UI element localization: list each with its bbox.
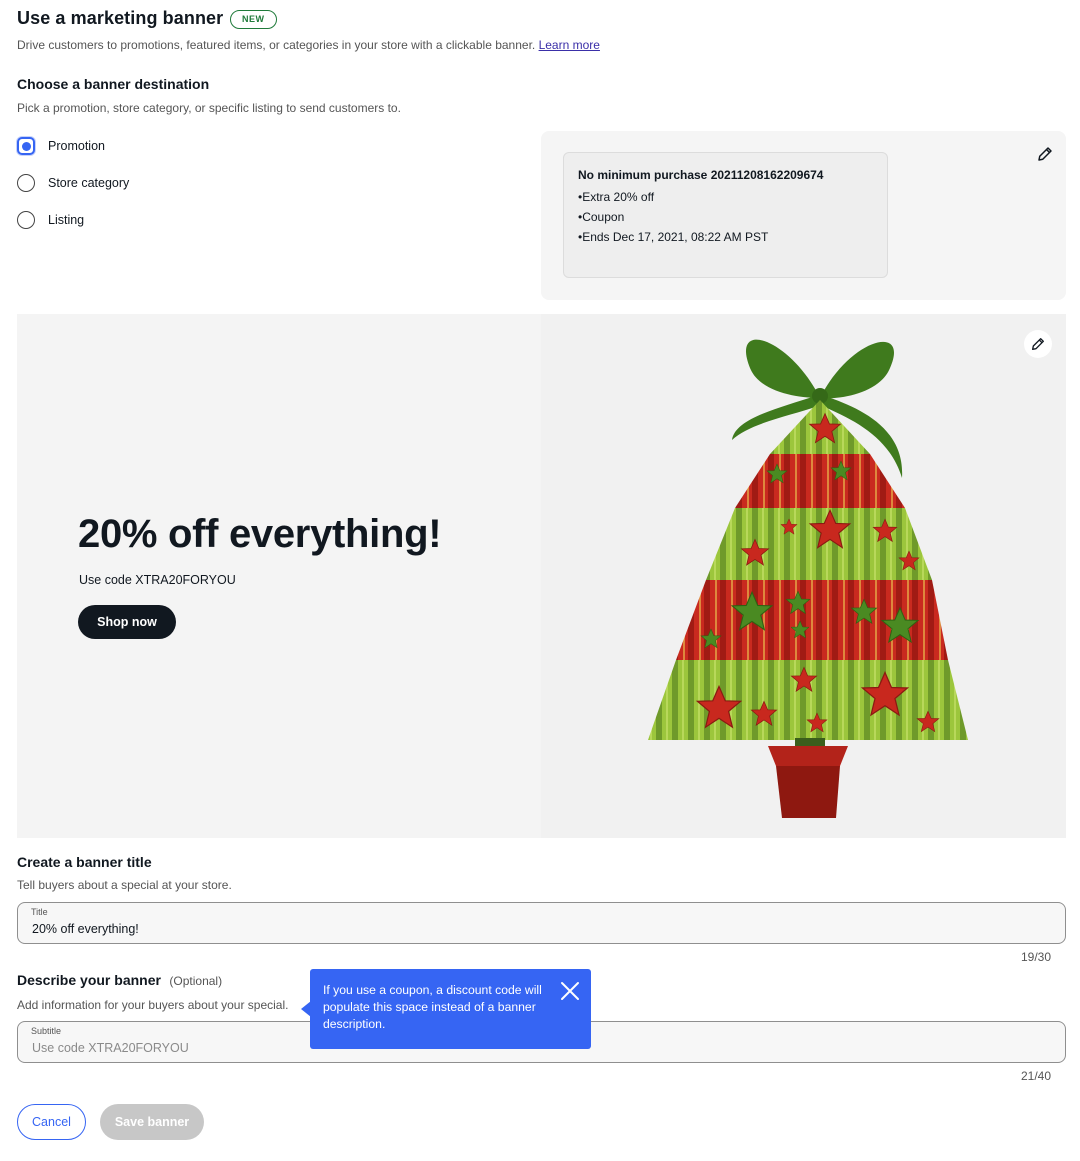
destination-description: Pick a promotion, store category, or spe…: [17, 101, 401, 115]
radio-promotion[interactable]: Promotion: [17, 137, 105, 155]
description-heading: Describe your banner (Optional): [17, 972, 222, 990]
title-input[interactable]: [32, 922, 1032, 936]
page-description-text: Drive customers to promotions, featured …: [17, 38, 536, 52]
learn-more-link[interactable]: Learn more: [539, 38, 600, 52]
description-helper: Add information for your buyers about yo…: [17, 998, 289, 1012]
title-field[interactable]: Title: [17, 902, 1066, 944]
radio-label-listing: Listing: [48, 213, 85, 227]
destination-title: Choose a banner destination: [17, 76, 210, 92]
radio-listing[interactable]: Listing: [17, 211, 84, 229]
promotion-detail: Ends Dec 17, 2021, 08:22 AM PST: [578, 230, 873, 244]
edit-promotion-button[interactable]: [1033, 142, 1057, 166]
title-field-label: Title: [31, 907, 48, 917]
save-banner-button[interactable]: Save banner: [100, 1104, 204, 1140]
radio-button-selected[interactable]: [17, 137, 35, 155]
promotion-title: No minimum purchase 20211208162209674: [578, 168, 824, 182]
promotion-detail: Extra 20% off: [578, 190, 873, 204]
optional-label: (Optional): [169, 974, 223, 988]
subtitle-field-label: Subtitle: [31, 1026, 62, 1036]
banner-title-heading: Create a banner title: [17, 854, 152, 870]
title-char-counter: 19/30: [1021, 950, 1052, 964]
shop-now-button[interactable]: Shop now: [78, 605, 176, 639]
coupon-tooltip: If you use a coupon, a discount code wil…: [310, 969, 591, 1049]
cancel-button[interactable]: Cancel: [17, 1104, 86, 1140]
new-badge: NEW: [230, 10, 277, 29]
pencil-icon: [1038, 147, 1052, 161]
radio-store-category[interactable]: Store category: [17, 174, 129, 192]
tooltip-text: If you use a coupon, a discount code wil…: [323, 983, 542, 1031]
edit-image-button[interactable]: [1024, 330, 1052, 358]
promotion-detail: Coupon: [578, 210, 873, 224]
radio-label-store-category: Store category: [48, 176, 130, 190]
tooltip-close-button[interactable]: [559, 980, 581, 1002]
radio-button[interactable]: [17, 211, 35, 229]
radio-label-promotion: Promotion: [48, 139, 105, 153]
pencil-icon: [1032, 338, 1044, 350]
banner-subtitle: Use code XTRA20FORYOU: [79, 573, 236, 587]
page-description: Drive customers to promotions, featured …: [17, 38, 600, 52]
subtitle-char-counter: 21/40: [1021, 1069, 1052, 1083]
description-title: Describe your banner: [17, 972, 161, 988]
banner-headline: 20% off everything!: [78, 512, 442, 556]
christmas-tree-image: [648, 339, 968, 818]
close-icon: [561, 982, 579, 1000]
radio-button[interactable]: [17, 174, 35, 192]
promotion-card: No minimum purchase 20211208162209674 Ex…: [563, 152, 888, 278]
banner-title-description: Tell buyers about a special at your stor…: [17, 878, 232, 892]
page-title: Use a marketing banner: [17, 8, 224, 28]
